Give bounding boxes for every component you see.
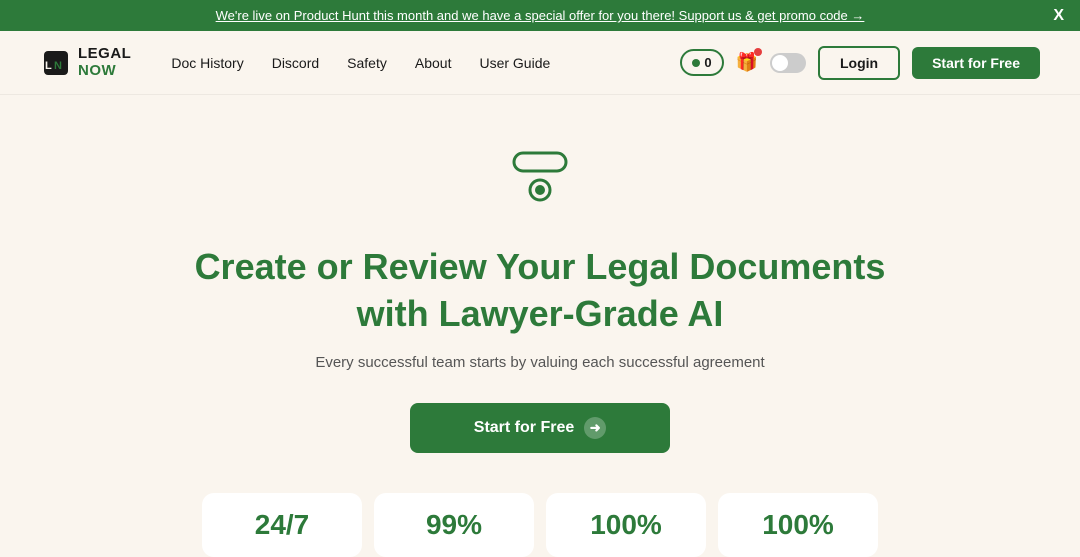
nav-right: 0 🎁 Login Start for Free bbox=[680, 46, 1040, 80]
hero-cta-button[interactable]: Start for Free ➜ bbox=[410, 403, 670, 453]
hero-svg bbox=[500, 135, 580, 215]
stat-card-2: 100% bbox=[546, 493, 706, 557]
nav-links: Doc History Discord Safety About User Gu… bbox=[171, 55, 680, 71]
logo-text-now: NOW bbox=[78, 63, 131, 80]
banner-close-button[interactable]: X bbox=[1053, 7, 1064, 25]
svg-text:L: L bbox=[45, 60, 52, 72]
banner-link[interactable]: We're live on Product Hunt this month an… bbox=[216, 8, 865, 23]
login-button[interactable]: Login bbox=[818, 46, 900, 80]
counter-badge: 0 bbox=[680, 49, 723, 76]
hero-subtitle: Every successful team starts by valuing … bbox=[315, 354, 764, 371]
nav-link-about[interactable]: About bbox=[415, 55, 452, 71]
hero-title-line2: with Lawyer-Grade AI bbox=[357, 293, 724, 334]
nav-start-button[interactable]: Start for Free bbox=[912, 47, 1040, 79]
counter-value: 0 bbox=[704, 55, 711, 70]
hero-icon bbox=[500, 135, 580, 220]
counter-dot bbox=[692, 59, 700, 67]
logo-icon: L N bbox=[40, 47, 72, 79]
hero-cta-label: Start for Free bbox=[474, 419, 574, 437]
nav-link-safety[interactable]: Safety bbox=[347, 55, 387, 71]
svg-text:N: N bbox=[54, 60, 62, 72]
logo-text-legal: LEGAL bbox=[78, 46, 131, 63]
nav-link-user-guide[interactable]: User Guide bbox=[479, 55, 550, 71]
gift-notification-badge bbox=[754, 48, 762, 56]
theme-toggle[interactable] bbox=[770, 53, 806, 73]
stat-card-0: 24/7 bbox=[202, 493, 362, 557]
toggle-thumb bbox=[772, 55, 788, 71]
hero-title-line1: Create or Review Your Legal Documents bbox=[195, 246, 886, 287]
hero-cta-arrow-icon: ➜ bbox=[584, 417, 606, 439]
stat-value-2: 100% bbox=[586, 509, 666, 541]
stat-card-1: 99% bbox=[374, 493, 534, 557]
hero-title: Create or Review Your Legal Documents wi… bbox=[195, 244, 886, 338]
hero-section: Create or Review Your Legal Documents wi… bbox=[0, 95, 1080, 453]
stat-value-3: 100% bbox=[758, 509, 838, 541]
stat-card-3: 100% bbox=[718, 493, 878, 557]
gift-icon-wrap[interactable]: 🎁 bbox=[736, 52, 758, 73]
navbar: L N LEGAL NOW Doc History Discord Safety… bbox=[0, 31, 1080, 95]
stat-value-0: 24/7 bbox=[242, 509, 322, 541]
toggle-wrap[interactable] bbox=[770, 53, 806, 73]
logo[interactable]: L N LEGAL NOW bbox=[40, 46, 131, 79]
promo-banner: We're live on Product Hunt this month an… bbox=[0, 0, 1080, 31]
stats-bar: 24/7 99% 100% 100% bbox=[0, 493, 1080, 557]
nav-link-doc-history[interactable]: Doc History bbox=[171, 55, 243, 71]
nav-link-discord[interactable]: Discord bbox=[272, 55, 319, 71]
stat-value-1: 99% bbox=[414, 509, 494, 541]
